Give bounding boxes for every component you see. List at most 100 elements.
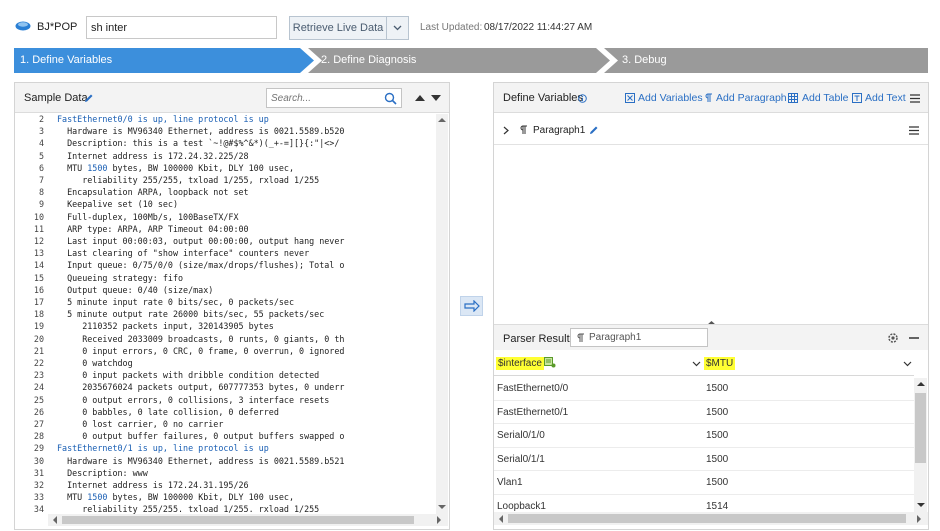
step-define-variables[interactable]: 1. Define Variables <box>14 48 112 73</box>
add-paragraph-button[interactable]: Add Paragraph <box>716 92 787 104</box>
step-debug[interactable]: 3. Debug <box>616 48 667 73</box>
code-line: 25 0 output errors, 0 collisions, 3 inte… <box>24 395 329 407</box>
line-number: 15 <box>33 272 44 283</box>
divider <box>494 144 928 145</box>
sample-vertical-scrollbar[interactable] <box>436 114 448 514</box>
line-number: 21 <box>33 345 44 356</box>
parser-horizontal-scrollbar[interactable] <box>494 512 928 525</box>
parser-select-value: Paragraph1 <box>589 332 642 343</box>
settings-icon[interactable] <box>887 332 899 344</box>
sample-search-box[interactable] <box>266 88 402 108</box>
last-updated-value: 08/17/2022 11:44:27 AM <box>484 22 593 33</box>
mtu-cell: 1500 <box>706 430 729 441</box>
line-number: 14 <box>33 260 44 271</box>
minimize-icon[interactable] <box>909 337 919 339</box>
code-line: 5 Internet address is 172.24.32.225/28 <box>24 151 249 163</box>
scroll-thumb[interactable] <box>62 516 414 524</box>
code-line: 18 5 minute output rate 26000 bits/sec, … <box>24 309 324 321</box>
last-updated-label: Last Updated: <box>420 22 483 33</box>
parser-scroll-thumb[interactable] <box>915 393 926 463</box>
code-text: 0 lost carrier, 0 no carrier <box>57 419 224 429</box>
chevron-down-icon[interactable] <box>386 17 408 39</box>
menu-icon[interactable] <box>910 94 920 103</box>
line-number: 33 <box>33 492 44 503</box>
add-table-button[interactable]: Add Table <box>802 92 849 104</box>
code-line: 32 Internet address is 172.24.31.195/26 <box>24 480 249 492</box>
sample-search-input[interactable] <box>267 89 377 107</box>
edit-pencil-icon[interactable] <box>84 93 94 103</box>
add-text-button[interactable]: Add Text <box>865 92 906 104</box>
retrieve-label: Retrieve Live Data <box>292 22 384 34</box>
scroll-left-icon[interactable] <box>52 516 58 524</box>
mtu-column-chevron-icon[interactable] <box>903 361 912 367</box>
interface-cell: FastEthernet0/0 <box>497 383 569 394</box>
code-line: 30 Hardware is MV96340 Ethernet, address… <box>24 456 345 468</box>
scroll-right-icon[interactable] <box>436 516 442 524</box>
line-number: 11 <box>33 223 44 234</box>
define-variables-title: Define Variables <box>503 92 583 104</box>
code-line: 15 Queueing strategy: fifo <box>24 273 183 285</box>
code-text: ARP type: ARPA, ARP Timeout 04:00:00 <box>57 223 249 234</box>
code-text: 5 minute output rate 26000 bits/sec, 55 … <box>57 309 325 320</box>
code-text: 0 output buffer failures, 0 output buffe… <box>57 431 345 442</box>
interface-cell: Loopback1 <box>497 500 546 512</box>
parser-hscroll-thumb[interactable] <box>508 514 906 523</box>
text-icon[interactable] <box>852 93 862 103</box>
parser-scroll-right-icon[interactable] <box>916 515 922 523</box>
paragraph-menu-icon[interactable] <box>909 126 919 135</box>
scroll-down-icon[interactable] <box>438 504 446 510</box>
search-icon[interactable] <box>384 92 397 105</box>
line-number: 27 <box>33 419 44 429</box>
line-number: 22 <box>33 358 44 368</box>
arrow-up-icon[interactable] <box>415 94 425 102</box>
step-define-diagnosis[interactable]: 2. Define Diagnosis <box>315 48 416 73</box>
code-line: 14 Input queue: 0/75/0/0 (size/max/drops… <box>24 260 345 272</box>
paragraph-item-label[interactable]: Paragraph1 <box>533 125 585 136</box>
code-line: 9 Keepalive set (10 sec) <box>24 199 178 211</box>
interface-cell: Vlan1 <box>497 477 523 488</box>
table-icon[interactable] <box>788 93 798 103</box>
parser-vertical-scrollbar[interactable] <box>914 378 927 512</box>
code-text: 2110352 packets input, 320143905 bytes <box>57 321 274 332</box>
edit-paragraph-icon[interactable] <box>589 125 599 135</box>
table-row[interactable]: Serial0/1/1 1500 <box>494 448 914 471</box>
sample-data-code[interactable]: 2 FastEthernet0/0 is up, line protocol is… <box>24 114 443 514</box>
arrow-right-icon <box>463 299 480 313</box>
code-text: Received 2033009 broadcasts, 0 runts, 0 … <box>57 333 345 344</box>
table-row[interactable]: FastEthernet0/1 1500 <box>494 401 914 424</box>
parser-scroll-left-icon[interactable] <box>498 515 504 523</box>
parser-scroll-up-icon[interactable] <box>917 381 925 387</box>
command-input[interactable] <box>86 16 277 39</box>
column-header-mtu[interactable]: $MTU <box>703 352 914 376</box>
chevron-right-icon[interactable] <box>503 126 509 135</box>
add-variables-button[interactable]: Add Variables <box>638 92 703 104</box>
code-text: Input queue: 0/75/0/0 (size/max/drops/fl… <box>57 260 345 271</box>
code-line: 13 Last clearing of "show interface" cou… <box>24 248 309 260</box>
table-row[interactable]: Serial0/1/0 1500 <box>494 424 914 448</box>
arrow-down-icon[interactable] <box>431 94 441 102</box>
scroll-up-icon[interactable] <box>438 117 446 123</box>
parser-scroll-down-icon[interactable] <box>917 502 925 508</box>
paragraph-icon[interactable] <box>704 93 713 103</box>
parser-result-bar: Parser Result <box>494 324 928 350</box>
line-number: 32 <box>33 480 44 490</box>
line-number: 3 <box>38 126 44 137</box>
interface-column-chevron-icon[interactable] <box>692 361 701 367</box>
line-number: 29 <box>33 443 44 454</box>
interface-cell: Serial0/1/0 <box>497 430 545 441</box>
info-icon[interactable] <box>578 94 587 103</box>
retrieve-live-data-button[interactable]: Retrieve Live Data <box>289 16 409 40</box>
table-row[interactable]: FastEthernet0/0 1500 <box>494 377 914 401</box>
code-line: 19 2110352 packets input, 320143905 byte… <box>24 321 274 333</box>
code-text: Description: www <box>57 467 148 478</box>
code-line: 16 Output queue: 0/40 (size/max) <box>24 285 213 297</box>
sample-horizontal-scrollbar[interactable] <box>48 514 448 526</box>
transfer-arrow-button[interactable] <box>460 296 483 316</box>
column-header-interface[interactable]: $interface <box>494 352 703 376</box>
mtu-cell: 1514 <box>706 500 729 512</box>
table-row[interactable]: Vlan1 1500 <box>494 471 914 495</box>
code-text: reliability 255/255, txload 1/255, rxloa… <box>57 175 320 185</box>
add-variables-icon[interactable] <box>625 93 635 103</box>
parser-paragraph-select[interactable]: Paragraph1 <box>570 328 708 347</box>
line-number: 5 <box>38 150 44 161</box>
